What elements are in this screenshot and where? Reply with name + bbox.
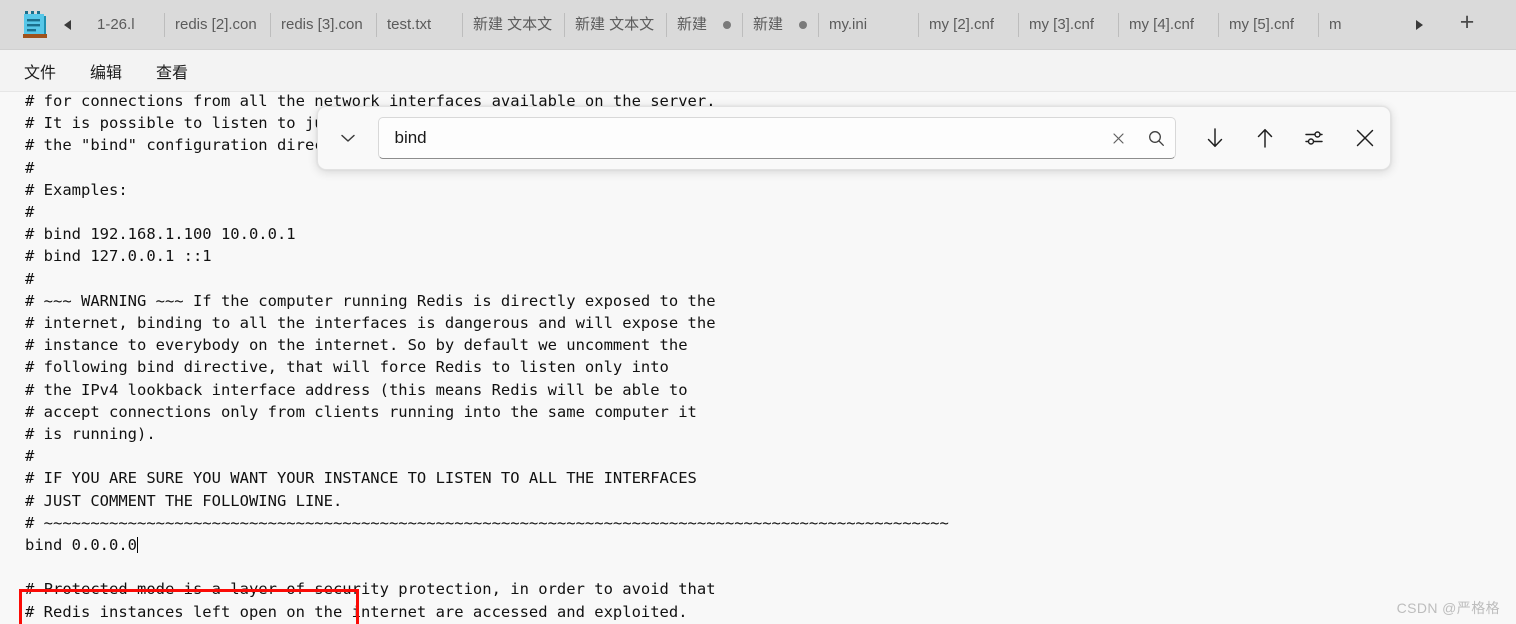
editor-line: #: [25, 203, 35, 222]
tab-label: my [5].cnf: [1229, 15, 1295, 33]
tab-label: 新建 文: [753, 15, 786, 33]
editor-line: # bind 192.168.1.100 10.0.0.1: [25, 225, 296, 244]
editor-line: # Protected mode is a layer of security …: [25, 580, 716, 599]
tab-label: my [2].cnf: [929, 15, 995, 33]
editor-line: # internet, binding to all the interface…: [25, 314, 716, 333]
menu-item-file[interactable]: 文件: [24, 59, 56, 83]
tab-bar-controls: +: [1414, 0, 1516, 50]
tab-item[interactable]: test.txt: [376, 0, 462, 50]
editor-line: # JUST COMMENT THE FOLLOWING LINE.: [25, 491, 343, 510]
editor-line: # is running).: [25, 425, 156, 444]
menu-item-edit[interactable]: 编辑: [90, 59, 122, 83]
tab-label: my.ini: [829, 15, 868, 33]
notepad-app-icon: [22, 10, 48, 40]
tab-item[interactable]: 新建 文本文: [462, 0, 564, 50]
tab-unsaved-indicator-icon: [723, 20, 731, 29]
editor-line: # ~~~ WARNING ~~~ If the computer runnin…: [25, 291, 716, 310]
tab-item[interactable]: 新建 文: [742, 0, 818, 50]
close-icon: [1356, 129, 1374, 147]
arrow-down-icon: [1207, 128, 1223, 148]
tab-scroll-left-icon[interactable]: [62, 19, 86, 31]
tab-label: my [3].cnf: [1029, 15, 1095, 33]
find-input[interactable]: [394, 118, 1099, 158]
tab-bar: 1-26.l redis [2].con redis [3].con test.txt…: [0, 0, 1516, 50]
chevron-down-icon[interactable]: [318, 106, 378, 170]
tab-strip: 1-26.l redis [2].con redis [3].con test.txt…: [86, 0, 1414, 50]
tab-item[interactable]: my [4].cnf: [1118, 0, 1218, 50]
find-previous-button[interactable]: [1240, 115, 1290, 161]
tab-label: m: [1329, 15, 1342, 33]
tab-item[interactable]: my [3].cnf: [1018, 0, 1118, 50]
new-tab-button[interactable]: +: [1444, 10, 1490, 39]
watermark-label: CSDN @严格格: [1396, 600, 1500, 616]
tab-item[interactable]: 新建 文本文: [564, 0, 666, 50]
clear-search-icon[interactable]: [1099, 117, 1137, 159]
text-editor-area[interactable]: # for connections from all the network i…: [0, 92, 1516, 624]
tab-label: 新建 文本文: [473, 15, 553, 33]
editor-line: # the IPv4 lookback interface address (t…: [25, 380, 688, 399]
tab-item[interactable]: redis [2].con: [164, 0, 270, 50]
editor-line: #: [25, 269, 35, 288]
editor-line: # ~~~~~~~~~~~~~~~~~~~~~~~~~~~~~~~~~~~~~~…: [25, 513, 949, 532]
tab-item[interactable]: my [5].cnf: [1218, 0, 1318, 50]
tab-label: test.txt: [387, 15, 432, 33]
editor-line: # accept connections only from clients r…: [25, 402, 697, 421]
find-options-button[interactable]: [1290, 115, 1340, 161]
notepad-window: 1-26.l redis [2].con redis [3].con test.txt…: [0, 0, 1516, 624]
tab-scroll-right-icon[interactable]: [1414, 19, 1444, 31]
sliders-icon: [1305, 131, 1323, 145]
tab-label: my [4].cnf: [1129, 15, 1195, 33]
tab-unsaved-indicator-icon: [799, 20, 807, 29]
tab-item[interactable]: my [2].cnf: [918, 0, 1018, 50]
find-action-buttons: [1190, 106, 1390, 170]
editor-line: # Redis instances left open on the inter…: [25, 602, 688, 621]
tab-item[interactable]: 新建 文: [666, 0, 742, 50]
tab-label: redis [3].con: [281, 15, 363, 33]
arrow-up-icon: [1257, 128, 1273, 148]
search-icon[interactable]: [1137, 117, 1175, 159]
find-input-container[interactable]: [377, 117, 1176, 159]
tab-item[interactable]: redis [3].con: [270, 0, 376, 50]
editor-line: # bind 127.0.0.1 ::1: [25, 247, 212, 266]
editor-content[interactable]: # for connections from all the network i…: [25, 92, 949, 623]
tab-item[interactable]: my.ini: [818, 0, 918, 50]
editor-line: # following bind directive, that will fo…: [25, 358, 669, 377]
editor-line: bind 0.0.0.0: [25, 536, 138, 555]
tab-label: 新建 文: [677, 15, 710, 33]
tab-label: redis [2].con: [175, 15, 257, 33]
close-find-bar-button[interactable]: [1340, 115, 1390, 161]
editor-line: #: [25, 447, 35, 466]
text-cursor: [136, 537, 138, 554]
editor-line: # Examples:: [25, 180, 128, 199]
editor-line: # IF YOU ARE SURE YOU WANT YOUR INSTANCE…: [25, 469, 697, 488]
tab-label: 1-26.l: [97, 15, 135, 33]
tab-item[interactable]: m: [1318, 0, 1364, 50]
tab-item[interactable]: 1-26.l: [86, 0, 164, 50]
menu-item-view[interactable]: 查看: [156, 59, 188, 83]
editor-line: # instance to everybody on the internet.…: [25, 336, 688, 355]
find-bar: [317, 106, 1391, 170]
find-next-button[interactable]: [1190, 115, 1240, 161]
tab-label: 新建 文本文: [575, 15, 655, 33]
menu-bar: 文件 编辑 查看: [0, 50, 1516, 92]
